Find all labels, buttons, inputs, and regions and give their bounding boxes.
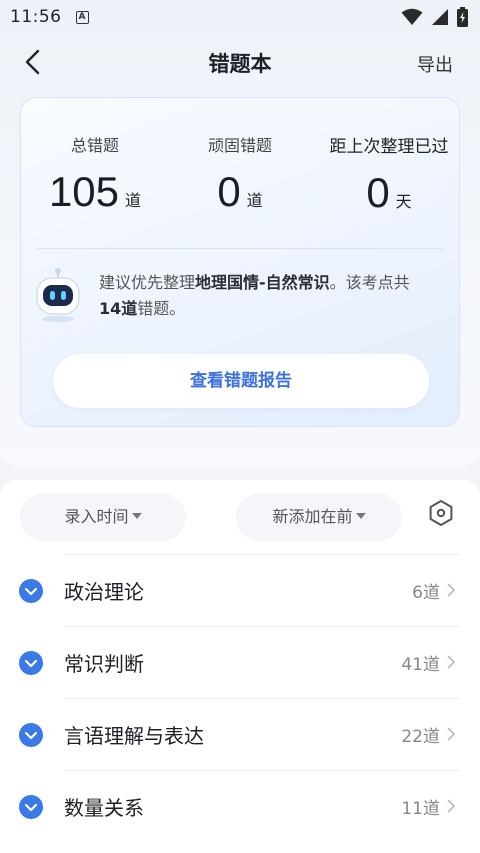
- category-count: 6道: [412, 583, 440, 603]
- navbar: 错题本 导出: [0, 38, 480, 86]
- tip-prefix: 建议优先整理: [99, 273, 196, 292]
- caret-down-icon: [131, 513, 142, 519]
- tip-suffix: 错题。: [137, 299, 186, 318]
- stat-value: 0: [217, 168, 241, 215]
- expand-check-icon[interactable]: [18, 794, 44, 820]
- tip-count: 14道: [99, 299, 138, 318]
- hexagon-settings-icon[interactable]: [426, 498, 456, 528]
- stat-label: 距上次整理已过: [329, 137, 449, 157]
- order-filter-dropdown[interactable]: 新添加在前: [236, 493, 402, 541]
- wifi-icon: [401, 8, 423, 25]
- row-divider: [64, 770, 460, 771]
- summary-card: 总错题 105 道 顽固错题 0 道 距上次整理已过 0 天 建议优先整理地理国…: [20, 97, 460, 427]
- stat-value: 105: [48, 168, 120, 215]
- mistake-list-panel: 录入时间 新添加在前 政治理论 6道 常识判断 41道 言语理解与表达 22道 …: [0, 480, 480, 853]
- status-bar: 11:56 A: [0, 0, 480, 34]
- row-divider: [64, 554, 460, 555]
- category-list: 政治理论 6道 常识判断 41道 言语理解与表达 22道 数量关系 11道: [0, 554, 480, 842]
- stat-value: 0: [366, 169, 390, 216]
- battery-icon: [457, 7, 468, 27]
- page-title: 错题本: [208, 52, 272, 76]
- category-count: 22道: [401, 727, 440, 747]
- chevron-right-icon: [447, 655, 456, 669]
- category-label: 言语理解与表达: [64, 724, 204, 748]
- row-divider: [64, 626, 460, 627]
- category-count: 11道: [401, 799, 440, 819]
- expand-check-icon[interactable]: [18, 722, 44, 748]
- signal-icon: [432, 9, 448, 25]
- expand-check-icon[interactable]: [18, 650, 44, 676]
- stat-days-since-review: 距上次整理已过 0 天: [321, 132, 457, 217]
- category-count: 41道: [401, 655, 440, 675]
- row-divider: [64, 698, 460, 699]
- stat-total-mistakes: 总错题 105 道: [45, 132, 145, 216]
- tip-middle: 。该考点共: [329, 273, 410, 292]
- category-row-quantitative[interactable]: 数量关系 11道: [0, 770, 480, 842]
- order-filter-label: 新添加在前: [272, 507, 353, 526]
- category-label: 常识判断: [64, 652, 144, 676]
- review-suggestion: 建议优先整理地理国情-自然常识。该考点共 14道错题。: [99, 270, 449, 322]
- stat-label: 总错题: [70, 136, 119, 155]
- stat-unit: 道: [125, 191, 142, 210]
- robot-assistant-icon: [36, 268, 80, 322]
- caret-down-icon: [355, 513, 366, 519]
- category-row-politics[interactable]: 政治理论 6道: [0, 554, 480, 626]
- chevron-right-icon: [447, 799, 456, 813]
- export-button[interactable]: 导出: [417, 51, 453, 77]
- tip-topic: 地理国情-自然常识: [195, 273, 330, 292]
- status-time: 11:56: [10, 7, 62, 27]
- stat-unit: 道: [246, 191, 263, 210]
- category-label: 数量关系: [64, 796, 144, 820]
- expand-check-icon[interactable]: [18, 578, 44, 604]
- time-filter-label: 录入时间: [64, 507, 129, 526]
- view-report-button[interactable]: 查看错题报告: [53, 354, 429, 408]
- chevron-right-icon: [447, 583, 456, 597]
- time-filter-dropdown[interactable]: 录入时间: [20, 493, 186, 541]
- category-row-common-sense[interactable]: 常识判断 41道: [0, 626, 480, 698]
- stat-label: 顽固错题: [207, 136, 272, 155]
- stat-stubborn-mistakes: 顽固错题 0 道: [185, 132, 295, 216]
- status-icons: [401, 7, 468, 27]
- divider: [37, 248, 443, 249]
- stat-unit: 天: [395, 192, 412, 211]
- category-label: 政治理论: [64, 580, 144, 604]
- notification-a-icon: A: [75, 10, 89, 24]
- category-row-verbal[interactable]: 言语理解与表达 22道: [0, 698, 480, 770]
- chevron-right-icon: [447, 727, 456, 741]
